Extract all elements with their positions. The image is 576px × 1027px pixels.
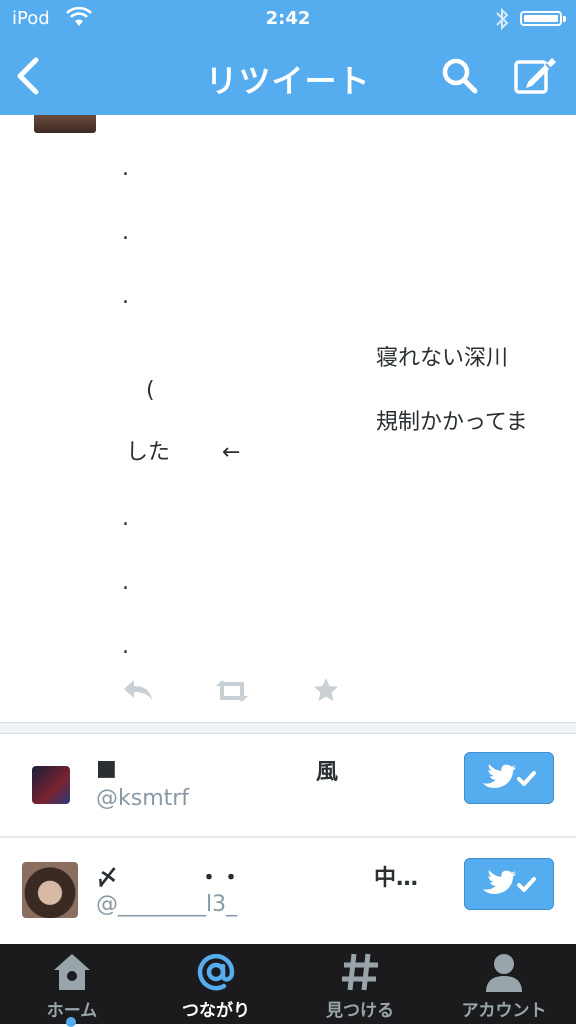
avatar[interactable] (32, 766, 70, 804)
reply-icon[interactable] (122, 676, 154, 704)
avatar[interactable] (34, 115, 96, 133)
tab-home[interactable]: ホーム (0, 944, 144, 1027)
user-name: ■ (96, 756, 117, 781)
user-handle: @________l3_ (96, 892, 238, 917)
bluetooth-icon (496, 7, 509, 31)
tweet-text-line: . (122, 570, 129, 595)
retweet-icon[interactable] (212, 678, 252, 704)
navigation-bar: リツイート (0, 38, 576, 115)
status-bar: iPod 2:42 (0, 0, 576, 38)
tweet-text-line: した (126, 440, 171, 465)
tweet-text-line: ( (146, 378, 155, 403)
compose-button[interactable] (512, 54, 558, 98)
search-button[interactable] (440, 56, 480, 96)
tweet-text-line: . (122, 634, 129, 659)
list-item[interactable]: ■ 風 @ksmtrf (0, 734, 576, 838)
favorite-icon[interactable] (312, 676, 340, 704)
account-icon (486, 954, 522, 992)
tab-label: つながり (182, 1001, 250, 1021)
notification-dot (66, 1017, 76, 1027)
section-divider (0, 722, 576, 734)
tweet-text-line: . (122, 156, 129, 181)
page-title: リツイート (205, 62, 371, 100)
tab-connect[interactable]: つながり (144, 944, 288, 1024)
user-name: 風 (316, 760, 339, 785)
battery-icon (520, 11, 566, 26)
tweet-text-line: . (122, 220, 129, 245)
user-name: 〆 (96, 866, 119, 891)
follow-button[interactable] (464, 858, 554, 910)
tweet-text-line: 規制かかってま (376, 410, 528, 435)
tab-label: アカウント (461, 1001, 547, 1021)
follow-button[interactable] (464, 752, 554, 804)
hashtag-icon (342, 953, 378, 991)
tab-bar: ホーム つながり 見つける アカウント (0, 944, 576, 1027)
at-icon (197, 953, 235, 991)
follow-icon (482, 870, 536, 894)
status-time: 2:42 (265, 8, 311, 29)
tweet-text-line: . (122, 506, 129, 531)
tweet-text-line: 寝れない深川 (376, 346, 509, 371)
user-name: 中… (374, 866, 419, 891)
tweet-text-line: ← (222, 440, 241, 465)
list-item[interactable]: 〆 ・・ 中… @________l3_ (0, 838, 576, 942)
tweet-text-line: . (122, 284, 129, 309)
follow-icon (482, 764, 536, 788)
tab-discover[interactable]: 見つける (288, 944, 432, 1024)
avatar[interactable] (22, 862, 78, 918)
user-name: ・・ (198, 866, 243, 891)
home-icon (54, 954, 90, 990)
header: iPod 2:42 リツイート (0, 0, 576, 115)
user-handle: @ksmtrf (96, 786, 190, 811)
tab-label: 見つける (326, 1001, 394, 1021)
tab-account[interactable]: アカウント (432, 944, 576, 1024)
